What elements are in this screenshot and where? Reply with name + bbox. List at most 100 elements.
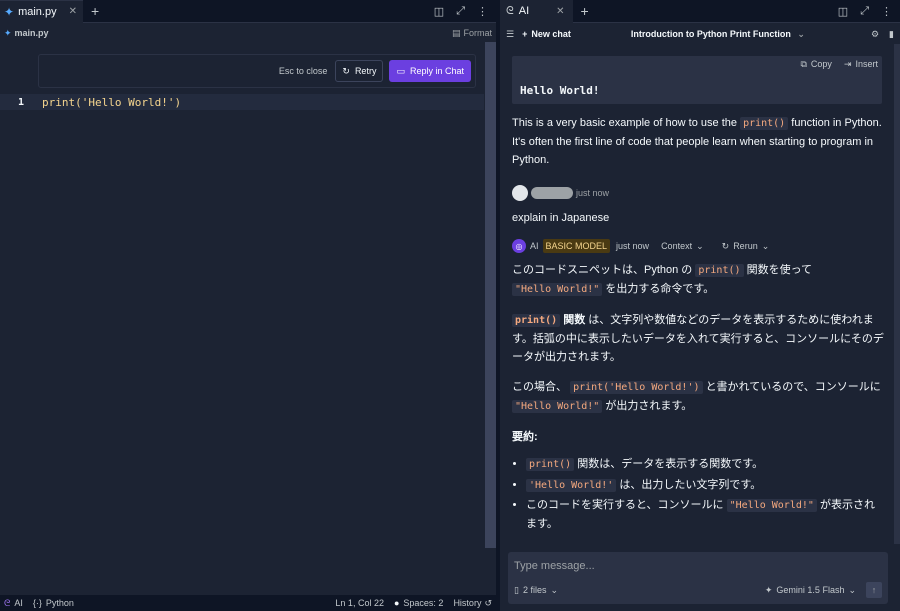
list-item: 'Hello World!' は、出力したい文字列です。 — [526, 475, 884, 496]
text-span: この場合、 — [512, 381, 567, 393]
new-chat-button[interactable]: + New chat — [522, 29, 571, 39]
chat-scrollbar[interactable] — [894, 44, 900, 544]
text-span: が出力されます。 — [605, 400, 693, 412]
ai-tabbar: ᘓ AI ✕ + ◫ ⤢ ⋮ — [500, 0, 900, 23]
python-file-icon: ✦ — [4, 27, 12, 38]
bold-text: 関数 — [563, 314, 586, 326]
maximize-icon[interactable]: ⤢ — [860, 5, 869, 18]
insert-label: Insert — [855, 59, 878, 69]
ai-icon: ᘓ — [506, 4, 514, 17]
text-span: このコードスニペットは、Python の — [512, 264, 693, 276]
spaces-indicator[interactable]: ● Spaces: 2 — [394, 598, 443, 608]
plus-icon: + — [522, 29, 528, 39]
breadcrumb-filename[interactable]: main.py — [15, 28, 49, 38]
chat-messages: ⧉ Copy ⇥ Insert Hello World! This is a v… — [512, 56, 884, 533]
braces-icon: {·} — [32, 598, 42, 608]
reply-in-chat-button[interactable]: ▭ Reply in Chat — [389, 60, 471, 82]
tab-label: AI — [518, 5, 530, 17]
new-chat-label: New chat — [531, 29, 571, 39]
attached-files-button[interactable]: ▯ 2 files ⌄ — [514, 585, 558, 596]
reply-label: Reply in Chat — [409, 66, 464, 76]
tab-label: main.py — [18, 5, 57, 18]
new-tab-button[interactable]: + — [581, 3, 589, 19]
summary-list: print() 関数は、データを表示する関数です。 'Hello World!'… — [512, 454, 884, 533]
chat-title-dropdown[interactable]: Introduction to Python Print Function ⌄ — [631, 29, 805, 40]
split-pane-icon[interactable]: ◫ — [434, 5, 444, 18]
rerun-dropdown[interactable]: ↻ Rerun ⌄ — [722, 241, 770, 252]
cursor-position[interactable]: Ln 1, Col 22 — [335, 598, 384, 608]
model-selector[interactable]: ✦ Gemini 1.5 Flash ⌄ — [765, 585, 856, 596]
close-icon[interactable]: ✕ — [69, 6, 77, 17]
inline-code: "Hello World!" — [726, 499, 817, 512]
history-button[interactable]: History ↺ — [453, 598, 492, 609]
retry-button[interactable]: ↻ Retry — [335, 60, 384, 82]
inline-code: 'Hello World!' — [526, 479, 617, 492]
chat-icon: ▭ — [396, 65, 405, 76]
inline-code: "Hello World!" — [512, 283, 603, 296]
list-item: このコードを実行すると、コンソールに "Hello World!" が表示されま… — [526, 496, 884, 533]
history-icon: ↺ — [484, 597, 492, 608]
ai-message-header: ◎ AI BASIC MODEL just now Context ⌄ ↻ Re… — [512, 239, 884, 253]
user-message-header: just now — [512, 185, 884, 201]
ai-icon: ᘓ — [4, 597, 11, 608]
user-message: explain in Japanese — [512, 212, 610, 224]
arrow-up-icon: ↑ — [871, 585, 877, 595]
format-button[interactable]: ▤ Format — [452, 28, 492, 39]
context-dropdown[interactable]: Context ⌄ — [661, 241, 704, 252]
inline-code: print('Hello World!') — [570, 381, 703, 394]
line-number: 1 — [17, 96, 24, 108]
maximize-icon[interactable]: ⤢ — [456, 5, 465, 18]
code-block-text: Hello World! — [520, 84, 600, 97]
code-line[interactable]: 1 print('Hello World!') — [0, 94, 484, 110]
more-icon[interactable]: ⋮ — [477, 5, 488, 18]
more-icon[interactable]: ⋮ — [881, 5, 892, 18]
language-button[interactable]: {·} Python — [33, 598, 74, 608]
format-label: Format — [463, 28, 492, 38]
ai-status-label: AI — [14, 598, 23, 608]
code-text[interactable]: print('Hello World!') — [42, 96, 181, 109]
ai-avatar-icon: ◎ — [512, 239, 526, 253]
context-label: Context — [661, 240, 693, 251]
tab-ai[interactable]: ᘓ AI ✕ — [500, 0, 573, 23]
esc-to-close-label: Esc to close — [278, 66, 328, 76]
gear-icon[interactable]: ⚙ — [871, 29, 879, 40]
close-icon[interactable]: ✕ — [556, 6, 564, 17]
history-label: History — [453, 598, 482, 608]
username-redacted — [531, 187, 573, 199]
usage-chart-icon[interactable]: ▮ — [889, 29, 894, 40]
inline-code: print() — [695, 264, 744, 277]
insert-button[interactable]: ⇥ Insert — [844, 59, 878, 70]
message-input[interactable]: Type message... — [514, 560, 595, 572]
model-badge: BASIC MODEL — [542, 239, 611, 253]
message-input-box[interactable]: Type message... ▯ 2 files ⌄ ✦ Gemini 1.5… — [508, 552, 888, 604]
inline-code: print() — [740, 117, 789, 130]
text-span: は、出力したい文字列です。 — [619, 479, 762, 491]
editor-tabbar: ✦ main.py ✕ + ◫ ⤢ ⋮ — [0, 0, 496, 23]
jp-paragraph-2: print() 関数 は、文字列や数値などのデータを表示するために使われます。括… — [512, 311, 884, 366]
ai-chat-pane: ᘓ AI ✕ + ◫ ⤢ ⋮ ☰ + New chat Introduction… — [500, 0, 900, 611]
breadcrumb: ✦ main.py ▤ Format — [0, 24, 496, 42]
ai-status-button[interactable]: ᘓ AI — [4, 598, 23, 609]
split-pane-icon[interactable]: ◫ — [838, 5, 848, 18]
file-icon: ▯ — [514, 584, 519, 595]
chat-title: Introduction to Python Print Function — [630, 28, 791, 39]
chat-list-icon[interactable]: ☰ — [506, 29, 514, 40]
retry-label: Retry — [354, 66, 377, 76]
inline-code: print() — [512, 314, 561, 327]
chevron-down-icon: ⌄ — [797, 28, 805, 39]
text-span: 関数を使って — [746, 264, 813, 276]
files-label: 2 files — [522, 584, 547, 595]
new-tab-button[interactable]: + — [91, 3, 99, 19]
inline-ai-bar: Esc to close ↻ Retry ▭ Reply in Chat — [38, 54, 476, 88]
chat-toolbar: ☰ + New chat Introduction to Python Prin… — [500, 24, 900, 44]
rerun-label: Rerun — [733, 240, 758, 251]
status-bar: ᘓ AI {·} Python Ln 1, Col 22 ● Spaces: 2… — [0, 595, 496, 611]
copy-label: Copy — [810, 59, 832, 69]
editor-scrollbar[interactable] — [485, 42, 496, 548]
send-button[interactable]: ↑ — [866, 582, 882, 598]
tab-main-py[interactable]: ✦ main.py ✕ — [0, 0, 83, 23]
chevron-down-icon: ⌄ — [696, 240, 704, 251]
editor-pane: ✦ main.py ✕ + ◫ ⤢ ⋮ ✦ main.py ▤ Format E… — [0, 0, 496, 611]
copy-button[interactable]: ⧉ Copy — [800, 59, 831, 70]
gemini-icon: ✦ — [764, 584, 773, 595]
